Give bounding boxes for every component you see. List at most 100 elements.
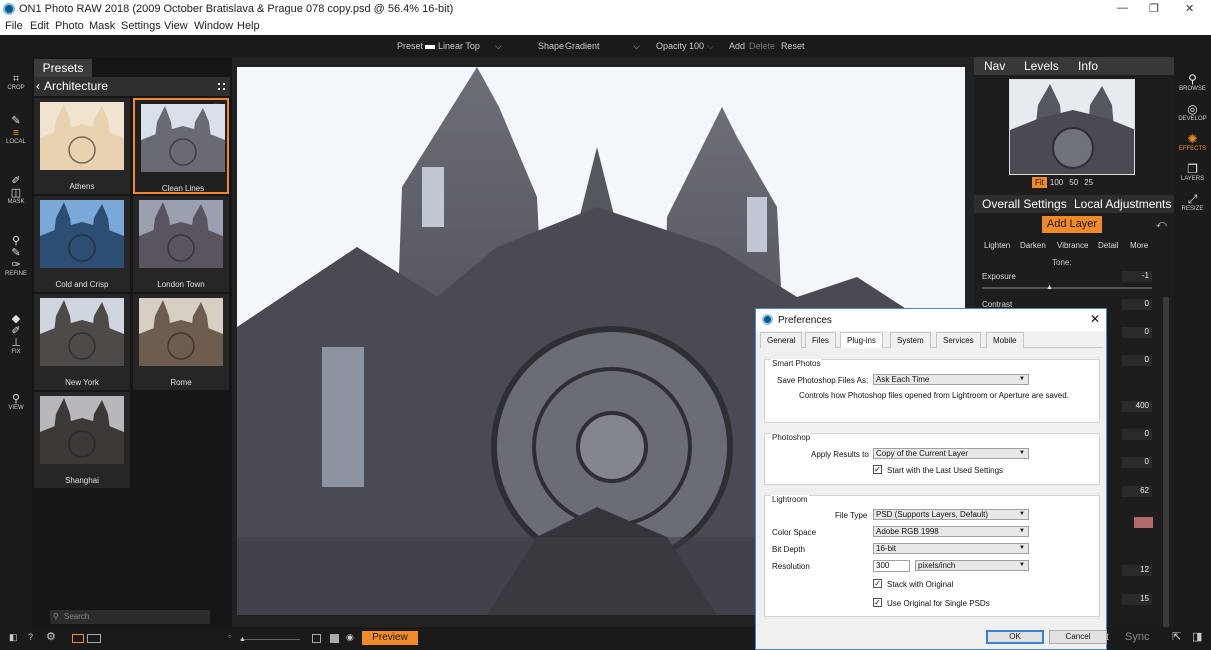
slider-value-4[interactable]: 0	[1122, 355, 1152, 366]
local-tool[interactable]: ✎ ≡ LOCAL	[0, 115, 32, 145]
tab-mobile[interactable]: Mobile	[986, 332, 1024, 348]
module-layers[interactable]: ❐ LAYERS	[1174, 163, 1211, 183]
module-browse[interactable]: ⚲ BROWSE	[1174, 73, 1211, 93]
menu-view[interactable]: View	[164, 20, 188, 32]
chevron-down-icon[interactable]: ⌵	[495, 41, 502, 52]
tab-system[interactable]: System	[890, 332, 931, 348]
resolution-input[interactable]: 300	[873, 560, 910, 572]
crop-tool[interactable]: ⌗ CROP	[0, 73, 32, 91]
close-window-button[interactable]: ✕	[1185, 2, 1194, 15]
module-effects[interactable]: ✺ EFFECTS	[1174, 133, 1211, 153]
close-icon[interactable]: ✕	[1090, 312, 1100, 326]
bit-depth-dropdown[interactable]: 16-bit ▼	[873, 543, 1029, 554]
menu-window[interactable]: Window	[194, 20, 233, 32]
subtab-detail[interactable]: Detail	[1098, 241, 1118, 250]
stack-original-checkbox[interactable]: ✓	[873, 579, 882, 588]
add-button[interactable]: Add	[729, 41, 745, 51]
grayscale-view-icon[interactable]	[330, 634, 339, 643]
export-icon[interactable]: ⇱	[1172, 630, 1181, 643]
gear-icon[interactable]: ⚙	[46, 630, 56, 643]
sync-button[interactable]: Sync	[1125, 631, 1149, 643]
preview-button[interactable]: Preview	[362, 631, 418, 645]
record-view-icon[interactable]: ◉	[346, 632, 354, 643]
cancel-button[interactable]: Cancel	[1049, 630, 1107, 644]
preset-card[interactable]: New York	[34, 294, 130, 390]
favorite-heart-icon[interactable]: ♡	[213, 102, 221, 113]
zoom-slider-handle-icon[interactable]: ▲	[239, 636, 246, 643]
preset-card[interactable]: London Town	[133, 196, 229, 292]
tab-files[interactable]: Files	[805, 332, 836, 348]
module-resize[interactable]: ⤢ RESIZE	[1174, 193, 1211, 213]
mask-tool[interactable]: ✐ ◫ MASK	[0, 175, 32, 205]
fix-tool[interactable]: ◆ ✐ ⊥ FIX	[0, 313, 32, 355]
file-type-dropdown[interactable]: PSD (Supports Layers, Default) ▼	[873, 509, 1029, 520]
slider-value-9[interactable]: 12	[1122, 565, 1152, 576]
menu-mask[interactable]: Mask	[89, 20, 115, 32]
opacity-value[interactable]: 100	[689, 41, 704, 51]
subtab-more[interactable]: More	[1130, 241, 1148, 250]
exposure-slider[interactable]	[982, 287, 1152, 289]
zoom-slider[interactable]	[240, 639, 300, 640]
tab-nav[interactable]: Nav	[984, 59, 1005, 73]
slider-value-6[interactable]: 0	[1122, 429, 1152, 440]
shape-dropdown[interactable]: Gradient	[565, 41, 600, 51]
preset-card[interactable]: Shanghai	[34, 392, 130, 488]
single-view-icon[interactable]	[72, 634, 84, 643]
menu-help[interactable]: Help	[237, 20, 260, 32]
slider-value-5[interactable]: 400	[1122, 401, 1152, 412]
subtab-lighten[interactable]: Lighten	[984, 241, 1010, 250]
view-tool[interactable]: ⚲ VIEW	[0, 393, 32, 411]
subtab-darken[interactable]: Darken	[1020, 241, 1046, 250]
add-layer-button[interactable]: Add Layer	[1042, 216, 1102, 233]
resolution-unit-dropdown[interactable]: pixels/inch ▼	[915, 560, 1029, 571]
slider-value-8[interactable]: 62	[1122, 486, 1152, 497]
opacity-stepper-icon[interactable]: ⌵	[707, 41, 714, 52]
preset-card[interactable]: Cold and Crisp	[34, 196, 130, 292]
mask-view-icon[interactable]	[312, 634, 321, 643]
preset-card[interactable]: ♡ Clean Lines	[133, 98, 229, 194]
refine-tool[interactable]: ⚲ ✎ ✑ REFINE	[0, 235, 32, 277]
compare-view-icon[interactable]	[87, 634, 101, 643]
navigator-thumbnail[interactable]	[1009, 79, 1135, 175]
tab-info[interactable]: Info	[1078, 59, 1098, 73]
undo-icon[interactable]: ⤺	[1156, 219, 1167, 230]
minimize-button[interactable]: —	[1117, 2, 1128, 14]
start-last-checkbox[interactable]: ✓	[873, 465, 882, 474]
tab-services[interactable]: Services	[936, 332, 981, 348]
zoom-50-button[interactable]: 50	[1066, 177, 1081, 188]
zoom-25-button[interactable]: 25	[1081, 177, 1096, 188]
menu-edit[interactable]: Edit	[30, 20, 49, 32]
tab-overall-settings[interactable]: Overall Settings	[982, 197, 1067, 211]
maximize-button[interactable]: ❐	[1149, 2, 1159, 15]
apply-results-dropdown[interactable]: Copy of the Current Layer ▼	[873, 448, 1029, 459]
chevron-down-icon[interactable]: ⌵	[633, 41, 640, 52]
tab-general[interactable]: General	[760, 332, 803, 348]
exposure-value[interactable]: -1	[1122, 271, 1152, 282]
contrast-value[interactable]: 0	[1122, 299, 1152, 310]
menu-photo[interactable]: Photo	[55, 20, 84, 32]
menu-file[interactable]: File	[5, 20, 23, 32]
ok-button[interactable]: OK	[986, 630, 1044, 644]
color-swatch[interactable]	[1134, 517, 1153, 528]
slider-value-7[interactable]: 0	[1122, 457, 1152, 468]
save-files-dropdown[interactable]: Ask Each Time ▼	[873, 374, 1029, 385]
preset-dropdown[interactable]: Linear Top	[425, 41, 480, 51]
help-icon[interactable]: ?	[28, 632, 33, 642]
chevron-left-icon[interactable]: ‹	[36, 77, 40, 96]
zoom-fit-button[interactable]: Fit	[1032, 177, 1047, 188]
reset-button[interactable]: Reset	[781, 41, 805, 51]
subtab-vibrance[interactable]: Vibrance	[1057, 241, 1088, 250]
presets-tab[interactable]: Presets	[34, 59, 92, 77]
slider-value-10[interactable]: 15	[1122, 594, 1152, 605]
module-develop[interactable]: ◎ DEVELOP	[1174, 103, 1211, 123]
menu-settings[interactable]: Settings	[121, 20, 161, 32]
preset-card[interactable]: Rome	[133, 294, 229, 390]
zoom-100-button[interactable]: 100	[1047, 177, 1066, 188]
delete-button[interactable]: Delete	[749, 41, 775, 51]
exposure-handle-icon[interactable]: ▲	[1046, 284, 1053, 291]
zoom-slider-min-icon[interactable]: ○	[228, 634, 232, 640]
slider-value-3[interactable]: 0	[1122, 327, 1152, 338]
grid-view-icon[interactable]	[218, 83, 225, 90]
category-header[interactable]: ‹ Architecture	[34, 77, 230, 96]
tab-plug-ins[interactable]: Plug-ins	[840, 332, 883, 348]
